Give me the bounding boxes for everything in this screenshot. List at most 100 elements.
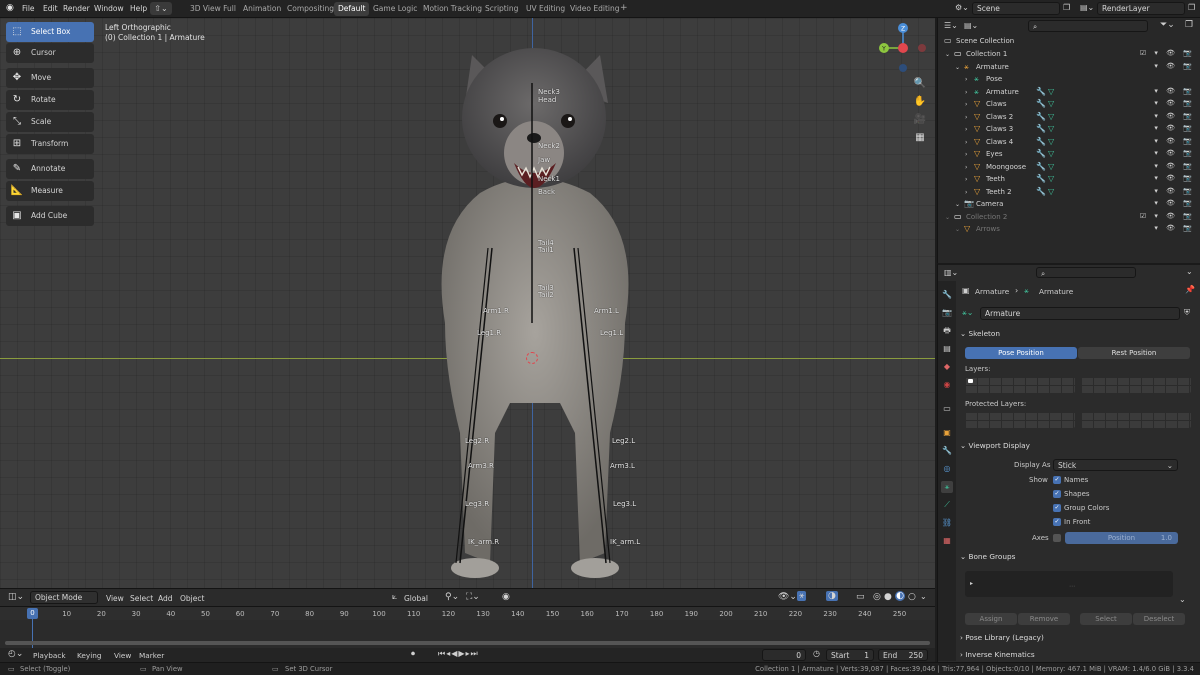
menu-timeline-view[interactable]: View bbox=[114, 651, 131, 660]
tab-motion-tracking[interactable]: Motion Tracking bbox=[419, 2, 486, 16]
names-checkbox[interactable]: ✓ bbox=[1053, 476, 1061, 484]
menu-file[interactable]: File bbox=[22, 4, 35, 13]
3d-viewport[interactable]: Neck3 Head Neck2 Jaw Neck1 Back Tail4 Ta… bbox=[0, 18, 935, 588]
current-frame-indicator[interactable]: 0 bbox=[27, 608, 38, 619]
pan-hand-icon[interactable]: ✋ bbox=[912, 94, 928, 110]
menu-window[interactable]: Window bbox=[94, 4, 124, 13]
visibility-toggles-icon[interactable]: ▾ 👁 📷 bbox=[1154, 99, 1195, 107]
pivot-icon[interactable]: ⚲⌄ bbox=[445, 592, 459, 602]
rest-position-button[interactable]: Rest Position bbox=[1078, 347, 1190, 359]
expand-arrow-icon[interactable]: › bbox=[965, 151, 967, 158]
outliner-row[interactable]: › ▽ Teeth 🔧 ▽ ▾ 👁 📷 bbox=[938, 173, 1200, 186]
protected-layers-grid-2[interactable] bbox=[1081, 412, 1191, 428]
outliner-row[interactable]: ⌄ ⚹ Armature ▾ 👁 📷 bbox=[938, 61, 1200, 74]
visibility-toggles-icon[interactable]: ▾ 👁 📷 bbox=[1154, 174, 1195, 182]
list-menu-icon[interactable]: ⌄ bbox=[1179, 595, 1186, 604]
tab-object-data-icon[interactable]: ⚹ bbox=[941, 481, 953, 493]
expand-arrow-icon[interactable]: › bbox=[965, 89, 967, 96]
timeline-editor-icon[interactable]: ◴⌄ bbox=[8, 649, 23, 659]
visibility-toggles-icon[interactable]: ▾ 👁 📷 bbox=[1154, 162, 1195, 170]
outliner-row[interactable]: › ▽ Teeth 2 🔧 ▽ ▾ 👁 📷 bbox=[938, 186, 1200, 199]
end-frame-field[interactable]: End 250 bbox=[878, 649, 928, 661]
tab-3d-view-full[interactable]: 3D View Full bbox=[186, 2, 240, 16]
expand-arrow-icon[interactable]: › bbox=[965, 126, 967, 133]
orientation-select[interactable]: Global bbox=[404, 594, 428, 603]
axes-position-slider[interactable]: Position 1.0 bbox=[1065, 532, 1178, 544]
tool-rotate[interactable]: ↻ Rotate bbox=[6, 90, 94, 110]
tab-compositing[interactable]: Compositing bbox=[283, 2, 338, 16]
blender-logo-icon[interactable]: ◉ bbox=[6, 3, 14, 13]
tab-uv-editing[interactable]: UV Editing bbox=[522, 2, 569, 16]
tool-select-box[interactable]: ⬚ Select Box bbox=[6, 22, 94, 42]
mode-select[interactable]: Object Mode bbox=[30, 591, 98, 604]
datablock-icon[interactable]: ⚹⌄ bbox=[962, 308, 974, 318]
shading-solid-icon[interactable]: ● bbox=[884, 592, 892, 602]
display-as-select[interactable]: Stick ⌄ bbox=[1053, 459, 1178, 471]
tab-bone-constraint-icon[interactable]: ⛓ bbox=[941, 517, 953, 529]
tab-collection-icon[interactable]: ▭ bbox=[941, 403, 953, 415]
expand-arrow-icon[interactable]: › bbox=[965, 176, 967, 183]
clock-icon[interactable]: ◷ bbox=[813, 649, 820, 658]
panel-pose-library[interactable]: › Pose Library (Legacy) bbox=[960, 633, 1196, 647]
expand-arrow-icon[interactable]: ⌄ bbox=[955, 64, 960, 71]
playback-controls-icon[interactable]: ⏮◂◀▶▸⏭ bbox=[438, 649, 479, 659]
tool-move[interactable]: ✥ Move bbox=[6, 68, 94, 88]
xray-icon[interactable]: ▭ bbox=[856, 592, 865, 602]
outliner-row[interactable]: › ▽ Claws 2 🔧 ▽ ▾ 👁 📷 bbox=[938, 111, 1200, 124]
layers-grid-2[interactable] bbox=[1081, 377, 1191, 393]
panel-inverse-kinematics[interactable]: › Inverse Kinematics bbox=[960, 650, 1196, 664]
grid-view-icon[interactable]: ▦ bbox=[912, 130, 928, 146]
menu-render[interactable]: Render bbox=[63, 4, 90, 13]
layers-grid-1[interactable] bbox=[965, 377, 1075, 393]
list-resize-icon[interactable]: ⋯ bbox=[1069, 583, 1075, 590]
shading-rendered-icon[interactable]: ○ bbox=[908, 592, 916, 602]
menu-keying[interactable]: Keying bbox=[77, 651, 102, 660]
expand-arrow-icon[interactable]: › bbox=[965, 139, 967, 146]
visibility-toggles-icon[interactable]: ▾ 👁 📷 bbox=[1154, 87, 1195, 95]
axes-checkbox[interactable] bbox=[1053, 534, 1061, 542]
properties-editor[interactable]: ▥⌄ ⌕ ⌄ 🔧 📷 🖶 ▤ ◆ ◉ ▭ ▣ 🔧 ◎ ⚹ ⟋ ⛓ ▦ ▣ Arm… bbox=[937, 263, 1200, 662]
gizmo-icon[interactable]: ⚹ bbox=[797, 591, 807, 601]
scene-copy-icon[interactable]: ❐ bbox=[1063, 3, 1070, 12]
tool-annotate[interactable]: ✎ Annotate bbox=[6, 159, 94, 179]
start-frame-field[interactable]: Start 1 bbox=[826, 649, 874, 661]
proportional-icon[interactable]: ◉ bbox=[502, 592, 510, 602]
list-expand-icon[interactable]: ▸ bbox=[970, 580, 973, 587]
outliner-row[interactable]: ⌄ ▽ Arrows ▾ 👁 📷 bbox=[938, 223, 1200, 236]
tab-modifiers-icon[interactable]: 🔧 bbox=[941, 445, 953, 457]
outliner-row[interactable]: › ▽ Claws 3 🔧 ▽ ▾ 👁 📷 bbox=[938, 123, 1200, 136]
tab-render-icon[interactable]: 📷 bbox=[941, 307, 953, 319]
tab-bone-icon[interactable]: ⟋ bbox=[941, 499, 953, 511]
outliner-search-input[interactable]: ⌕ bbox=[1028, 20, 1148, 32]
expand-arrow-icon[interactable]: ⌄ bbox=[945, 51, 950, 58]
select-button[interactable]: Select bbox=[1080, 613, 1132, 625]
add-workspace-icon[interactable]: + bbox=[620, 3, 628, 13]
visibility-toggles-icon[interactable]: ▾ 👁 📷 bbox=[1154, 112, 1195, 120]
outliner-editor-icon[interactable]: ☰⌄ bbox=[944, 21, 958, 30]
3d-cursor-icon[interactable] bbox=[526, 352, 538, 364]
properties-editor-icon[interactable]: ▥⌄ bbox=[944, 268, 958, 277]
properties-search-input[interactable]: ⌕ bbox=[1036, 267, 1136, 278]
outliner[interactable]: ☰⌄ ▤⌄ ⌕ ⏷⌄ ❐ ▭ Scene Collection ⌄ ▭ Collecti… bbox=[937, 18, 1200, 263]
outliner-filter-mode-icon[interactable]: ▤⌄ bbox=[964, 21, 978, 30]
panel-bone-groups[interactable]: ⌄ Bone Groups bbox=[960, 552, 1196, 566]
assign-button[interactable]: Assign bbox=[965, 613, 1017, 625]
editor-type-icon[interactable]: ⇧⌄ bbox=[150, 2, 172, 15]
tab-output-icon[interactable]: 🖶 bbox=[941, 325, 953, 337]
protected-layers-grid-1[interactable] bbox=[965, 412, 1075, 428]
tool-measure[interactable]: 📐 Measure bbox=[6, 181, 94, 201]
shading-options-icon[interactable]: ⌄ bbox=[920, 592, 927, 601]
group-colors-checkbox[interactable]: ✓ bbox=[1053, 504, 1061, 512]
scene-icon[interactable]: ⚙⌄ bbox=[955, 3, 969, 12]
tool-cursor[interactable]: ⊕ Cursor bbox=[6, 43, 94, 63]
in-front-checkbox[interactable]: ✓ bbox=[1053, 518, 1061, 526]
visibility-toggles-icon[interactable]: ▾ 👁 📷 bbox=[1154, 124, 1195, 132]
tab-scene-icon[interactable]: ◆ bbox=[941, 361, 953, 373]
outliner-row[interactable]: › ⚹ Armature 🔧 ▽ ▾ 👁 📷 bbox=[938, 86, 1200, 99]
menu-add[interactable]: Add bbox=[158, 594, 173, 603]
remove-button[interactable]: Remove bbox=[1018, 613, 1070, 625]
expand-arrow-icon[interactable]: ⌄ bbox=[955, 226, 960, 233]
datablock-name-field[interactable]: Armature bbox=[980, 307, 1180, 320]
overlays-icon[interactable]: ◑ bbox=[826, 591, 838, 601]
panel-viewport-display[interactable]: ⌄ Viewport Display bbox=[960, 441, 1196, 455]
